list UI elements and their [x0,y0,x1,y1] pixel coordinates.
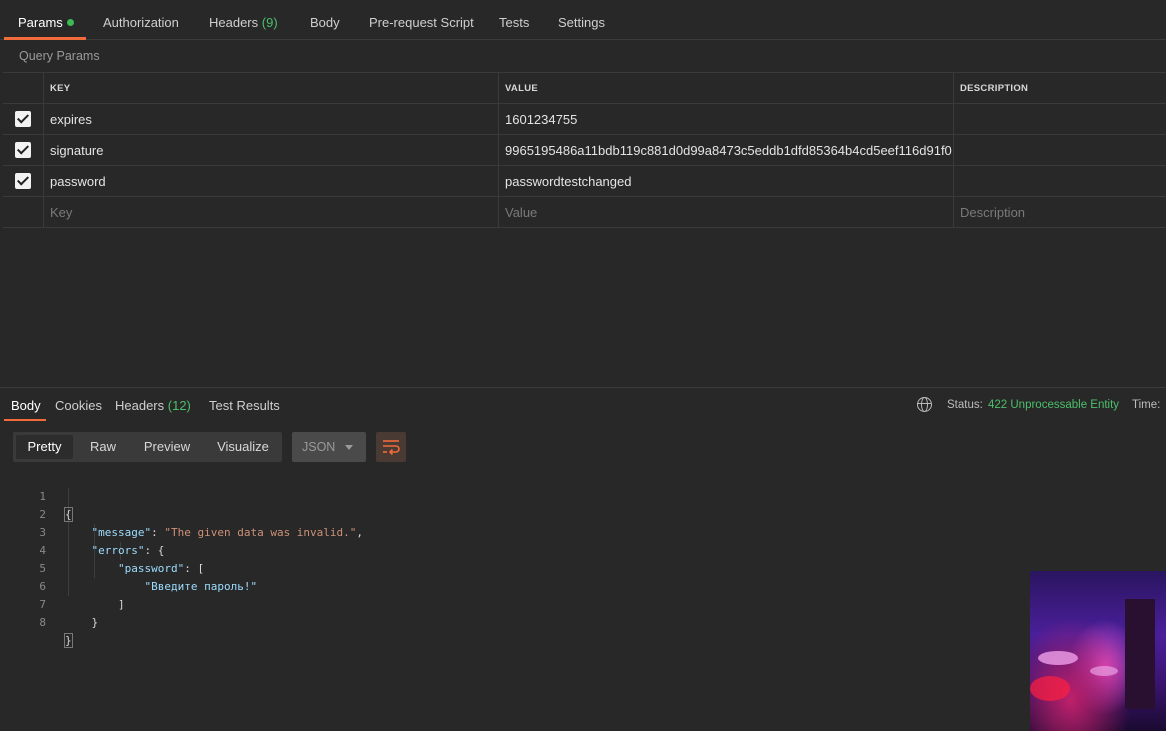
tab-settings-label: Settings [558,15,605,30]
format-select-value: JSON [302,440,336,454]
code-text: } [64,632,73,650]
response-tab-headers-label: Headers [115,398,165,413]
code-line: 6 ] [0,560,700,611]
code-line: 3 "errors": { [0,506,700,557]
tab-headers[interactable]: Headers (9) [209,0,278,40]
checkbox-checked-icon[interactable] [15,142,31,158]
view-pretty-button[interactable]: Pretty [16,435,73,459]
tab-tests[interactable]: Tests [499,0,529,40]
param-description[interactable] [954,135,1166,165]
code-brace: } [64,633,73,648]
tab-params[interactable]: Params [4,0,86,40]
param-key[interactable]: password [44,166,499,196]
code-text: } [65,614,99,632]
table-row: expires 1601234755 [3,104,1166,135]
format-select[interactable]: JSON [292,432,366,462]
response-tab-cookies[interactable]: Cookies [55,398,102,413]
tab-pre-request-script-label: Pre-request Script [369,15,474,30]
view-preview-button[interactable]: Preview [137,432,197,462]
response-tab-body[interactable]: Body [11,398,41,413]
thumbnail-decoration [1030,676,1070,701]
tab-authorization-label: Authorization [103,15,179,30]
tab-body-label: Body [310,15,340,30]
view-raw-button[interactable]: Raw [81,432,125,462]
param-description[interactable] [954,104,1166,134]
wrap-lines-button[interactable] [376,432,406,462]
response-tab-cookies-label: Cookies [55,398,102,413]
code-line: 4 "password": [ [0,524,700,575]
wrap-lines-icon [383,440,400,455]
view-visualize-button[interactable]: Visualize [209,432,277,462]
time-label: Time: [1132,399,1161,411]
tab-pre-request-script[interactable]: Pre-request Script [369,0,474,40]
tab-params-label: Params [18,15,63,30]
params-table-header: KEY VALUE DESCRIPTION [3,73,1166,104]
response-tab-underline [4,419,46,421]
params-table: KEY VALUE DESCRIPTION expires 1601234755… [3,72,1166,228]
thumbnail-decoration [1125,599,1155,709]
param-description[interactable] [954,166,1166,196]
response-tab-test-results[interactable]: Test Results [209,398,280,413]
response-divider[interactable] [0,387,1166,388]
code-line: 7 } [0,578,700,629]
row-checkbox-cell [3,135,44,165]
tab-headers-label: Headers [209,15,259,30]
row-checkbox-cell [3,197,44,227]
status-value[interactable]: 422 Unprocessable Entity [988,399,1119,411]
header-value: VALUE [499,73,954,103]
query-params-label: Query Params [19,49,100,63]
param-value[interactable]: 9965195486a11bdb119c881d0d99a8473c5eddb1… [499,135,954,165]
param-value[interactable]: passwordtestchanged [499,166,954,196]
description-input[interactable]: Description [954,197,1166,227]
row-checkbox-cell [3,166,44,196]
header-checkbox-cell [3,73,44,103]
table-row: signature 9965195486a11bdb119c881d0d99a8… [3,135,1166,166]
response-tab-test-results-label: Test Results [209,398,280,413]
header-key: KEY [44,73,499,103]
thumbnail-decoration [1038,651,1078,665]
response-tab-headers-count: (12) [167,398,191,413]
tab-body[interactable]: Body [310,0,340,40]
params-indicator-dot [66,19,74,26]
row-checkbox-cell [3,104,44,134]
value-input[interactable]: Value [499,197,954,227]
tab-headers-count: (9) [261,15,278,30]
status-label: Status: [947,399,983,411]
param-value[interactable]: 1601234755 [499,104,954,134]
code-line: 5 "Введите пароль!" [0,542,700,593]
tab-settings[interactable]: Settings [558,0,605,40]
code-line: 1 { [0,470,700,522]
chevron-down-icon [345,445,353,450]
response-body-code[interactable]: 1 { 2 "message": "The given data was inv… [0,470,700,648]
view-mode-group: Pretty Raw Preview Visualize [13,432,282,462]
header-description: DESCRIPTION [960,82,1029,94]
checkbox-checked-icon[interactable] [15,173,31,189]
globe-icon[interactable] [917,397,932,412]
param-key[interactable]: expires [44,104,499,134]
request-tabs: Params Authorization Headers (9) Body Pr… [0,0,1166,40]
video-preview-thumbnail [1030,571,1166,731]
code-punct: } [91,616,99,629]
key-input[interactable]: Key [44,197,499,227]
response-tab-headers[interactable]: Headers (12) [115,398,191,413]
code-line: 2 "message": "The given data was invalid… [0,488,700,539]
new-param-row: Key Value Description [3,197,1166,228]
param-key[interactable]: signature [44,135,499,165]
checkbox-checked-icon[interactable] [15,111,31,127]
tab-authorization[interactable]: Authorization [103,0,179,40]
tab-tests-label: Tests [499,15,530,30]
code-line: 8 } [0,596,700,648]
table-row: password passwordtestchanged [3,166,1166,197]
response-tab-body-label: Body [11,398,41,413]
line-number: 8 [39,616,46,629]
thumbnail-decoration [1090,666,1118,676]
